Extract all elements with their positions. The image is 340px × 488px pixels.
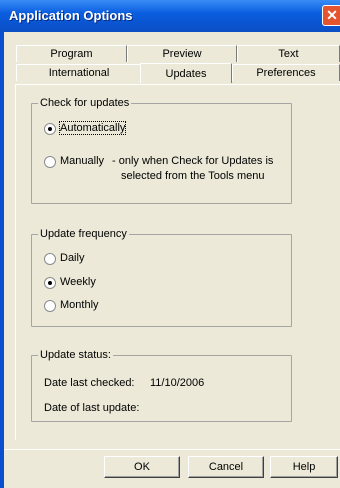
weekly-radio[interactable] [44, 277, 56, 289]
tab-preferences[interactable]: Preferences [232, 64, 340, 81]
daily-radio[interactable] [44, 253, 56, 265]
options-window: Application Options ✕ Program Preview Te… [0, 0, 340, 488]
check-for-updates-group [31, 103, 292, 204]
radio-selected-dot [48, 127, 52, 131]
title-bar[interactable]: Application Options ✕ [0, 0, 340, 32]
tab-international[interactable]: International [16, 64, 142, 81]
tab-updates[interactable]: Updates [140, 63, 232, 83]
close-button[interactable]: ✕ [322, 5, 340, 26]
tab-text[interactable]: Text [237, 45, 340, 62]
window-title: Application Options [9, 8, 133, 23]
ok-button[interactable]: OK [104, 456, 180, 478]
monthly-radio[interactable] [44, 300, 56, 312]
manually-note-line2: selected from the Tools menu [121, 170, 265, 182]
check-for-updates-title: Check for updates [38, 97, 132, 109]
close-icon: ✕ [326, 7, 338, 23]
daily-label[interactable]: Daily [60, 252, 84, 264]
automatically-radio[interactable] [44, 123, 56, 135]
date-last-checked-value: 11/10/2006 [150, 377, 205, 389]
radio-selected-dot [48, 281, 52, 285]
date-last-checked-label: Date last checked: [44, 377, 135, 389]
tab-program[interactable]: Program [16, 45, 127, 62]
window-frame [0, 32, 4, 488]
manually-radio[interactable] [44, 156, 56, 168]
cancel-button[interactable]: Cancel [188, 456, 264, 478]
bottom-separator [4, 449, 340, 450]
update-frequency-title: Update frequency [38, 228, 129, 240]
help-button[interactable]: Help [270, 456, 338, 478]
manually-label[interactable]: Manually [60, 155, 104, 167]
tab-preview[interactable]: Preview [127, 45, 237, 62]
monthly-label[interactable]: Monthly [60, 299, 99, 311]
manually-note-line1: - only when Check for Updates is [112, 155, 274, 167]
weekly-label[interactable]: Weekly [60, 276, 96, 288]
update-status-title: Update status: [38, 349, 113, 361]
automatically-label[interactable]: Automatically [58, 121, 127, 135]
date-of-last-update-label: Date of last update: [44, 402, 140, 414]
